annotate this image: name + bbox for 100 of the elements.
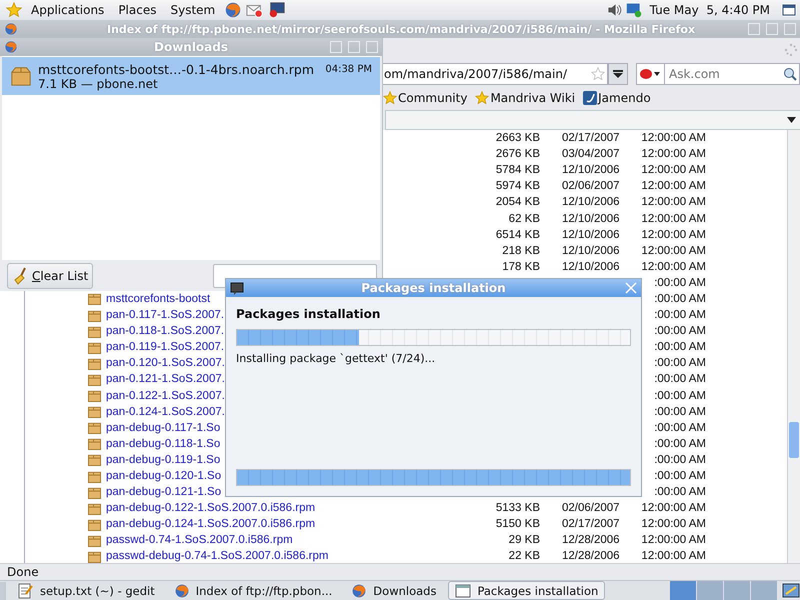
file-size: 5133 KB (496, 502, 540, 514)
monitor-icon[interactable] (268, 1, 286, 19)
search-field[interactable]: Ask.com (664, 63, 800, 85)
package-icon (88, 340, 101, 354)
file-link[interactable]: pan-0.120-1.SoS.2007. (106, 357, 225, 370)
file-size: 6514 KB (496, 228, 540, 241)
file-size: 22 KB (508, 550, 540, 562)
file-link[interactable]: pan-debug-0.120-1.So (106, 470, 222, 482)
panel-menu[interactable]: Applications (26, 3, 110, 17)
file-link[interactable]: pan-debug-0.122-1.SoS.2007.0.i586.rpm (106, 502, 316, 514)
panel-menu[interactable]: System (165, 3, 220, 17)
file-link[interactable]: pan-debug-0.119-1.So (106, 454, 220, 466)
file-date: 12/28/2006 (562, 550, 620, 562)
file-time: 12:00:00 AM (641, 212, 706, 225)
file-time: :00:00 AM (654, 325, 706, 338)
globe-icon[interactable] (224, 1, 242, 19)
dialog-heading: Packages installation (236, 307, 382, 321)
caret-icon (613, 70, 623, 78)
file-date: 12/10/2006 (562, 212, 620, 225)
history-dropdown[interactable] (608, 63, 628, 85)
file-time: 12:00:00 AM (641, 148, 706, 160)
file-link[interactable]: msttcorefonts-bootst (106, 292, 210, 305)
file-size: 2676 KB (496, 148, 540, 160)
taskbar-button[interactable]: Packages installation (448, 581, 606, 600)
file-link[interactable]: pan-debug-0.121-1.So (106, 486, 222, 498)
package-icon (88, 292, 101, 306)
package-icon (88, 437, 101, 450)
file-date: 03/04/2007 (562, 148, 620, 160)
bookmark[interactable]: Community (383, 91, 468, 105)
file-link[interactable]: pan-0.119-1.SoS.2007. (106, 341, 224, 354)
file-time: :00:00 AM (654, 390, 706, 402)
file-date: 12/10/2006 (562, 260, 620, 273)
file-time: 12:00:00 AM (641, 132, 706, 144)
file-link[interactable]: pan-0.117-1.SoS.2007. (106, 309, 224, 322)
file-time: 12:00:00 AM (641, 180, 706, 192)
taskbar-button[interactable]: Downloads (344, 581, 444, 600)
search-engine-button[interactable] (636, 63, 664, 85)
address-field[interactable]: om/mandriva/2007/i586/main/ (382, 63, 608, 85)
file-date: 12/10/2006 (562, 196, 620, 208)
file-link[interactable]: pan-0.121-1.SoS.2007. (106, 373, 225, 386)
clock[interactable]: Tue May 5, 4:40 PM (646, 3, 778, 17)
file-link[interactable]: passwd-debug-0.74-1.SoS.2007.0.i586.rpm (106, 550, 328, 562)
package-icon (88, 550, 101, 563)
desktop-icon[interactable] (782, 582, 800, 600)
file-link[interactable]: pan-debug-0.117-1.So (106, 422, 220, 434)
file-time: :00:00 AM (654, 276, 706, 289)
scrollbar[interactable] (787, 130, 800, 563)
package-icon (88, 502, 101, 515)
globe-icon (351, 582, 368, 598)
file-time: 12:00:00 AM (641, 228, 706, 241)
close-icon[interactable] (625, 282, 637, 294)
download-item[interactable]: msttcorefonts-bootst…-0.1-4brs.noarch.rpm 7.1 KB — pbone.net 04:38 PM (2, 57, 380, 95)
package-icon (88, 453, 101, 466)
bookmark[interactable]: Jamendo (583, 91, 651, 105)
star-icon (383, 91, 397, 105)
star-icon[interactable] (6, 2, 22, 18)
file-size: 29 KB (508, 534, 540, 546)
file-link[interactable]: pan-0.118-1.SoS.2007. (106, 325, 224, 338)
file-link[interactable]: pan-debug-0.124-1.SoS.2007.0.i586.rpm (106, 518, 316, 530)
file-time: :00:00 AM (654, 292, 706, 305)
package-icon (88, 486, 101, 499)
workspace-pager[interactable] (669, 580, 777, 600)
globe-icon (4, 22, 18, 36)
file-link[interactable]: passwd-0.74-1.SoS.2007.0.i586.rpm (106, 534, 293, 546)
file-time: 12:00:00 AM (641, 550, 706, 562)
notepad-icon (18, 582, 34, 598)
clear-list-button[interactable]: Clear List (7, 262, 94, 288)
file-size: 5150 KB (496, 518, 540, 530)
engine-icon (639, 68, 661, 80)
package-icon (88, 470, 101, 483)
package-icon (88, 389, 101, 402)
file-link[interactable]: pan-debug-0.118-1.So (106, 438, 220, 450)
taskbar-button[interactable]: Index of ftp://ftp.pbon... (166, 581, 340, 600)
file-link[interactable]: pan-0.124-1.SoS.2007. (106, 406, 225, 418)
panel-menu[interactable]: Places (113, 3, 162, 17)
bookmark[interactable]: Mandriva Wiki (475, 91, 576, 105)
file-time: :00:00 AM (654, 341, 706, 354)
caret-icon[interactable] (787, 117, 796, 123)
taskbar-button[interactable]: setup.txt (~) - gedit (11, 581, 162, 600)
globe-icon (4, 40, 18, 54)
volume-icon[interactable] (606, 2, 622, 18)
file-size: 2663 KB (496, 132, 540, 144)
file-time: :00:00 AM (654, 309, 706, 322)
window-icon[interactable] (782, 3, 796, 17)
window-icon (230, 281, 244, 295)
file-date: 02/06/2007 (562, 502, 620, 514)
file-time: :00:00 AM (654, 454, 706, 466)
package-icon (10, 65, 32, 87)
window-title: Packages installation (361, 281, 506, 295)
file-link[interactable]: pan-0.122-1.SoS.2007. (106, 390, 225, 402)
status-message: Installing package `gettext' (7/24)... (236, 352, 436, 365)
file-time: 12:00:00 AM (641, 260, 706, 273)
star-outline-icon[interactable] (591, 67, 605, 81)
file-date: 12/10/2006 (562, 228, 620, 241)
file-date: 12/10/2006 (562, 164, 620, 176)
taskbar-handle[interactable] (0, 582, 6, 600)
file-time: 12:00:00 AM (641, 502, 706, 514)
network-icon[interactable] (626, 2, 642, 18)
search-icon[interactable] (783, 67, 797, 81)
file-time: :00:00 AM (654, 486, 706, 498)
